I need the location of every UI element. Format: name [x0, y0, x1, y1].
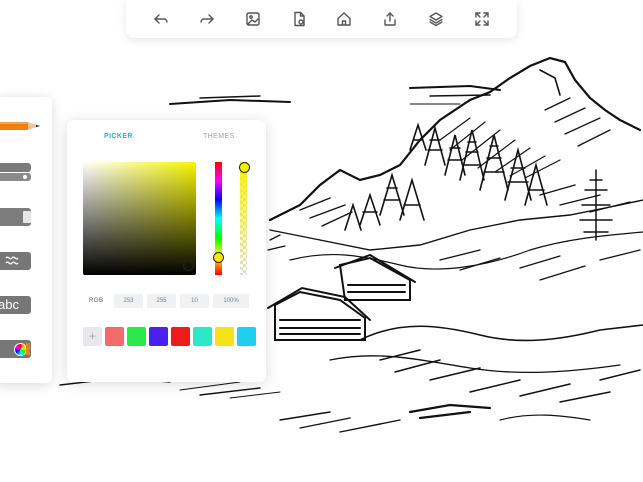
pattern-icon — [5, 256, 19, 265]
add-swatch-button[interactable]: + — [83, 327, 102, 346]
swatch[interactable] — [149, 327, 168, 346]
tools-panel: abc — [0, 97, 52, 383]
share-icon — [384, 12, 397, 26]
saturation-value-handle[interactable] — [183, 260, 194, 271]
swatch[interactable] — [127, 327, 146, 346]
undo-button[interactable] — [150, 8, 172, 30]
tab-themes[interactable]: THEMES — [203, 133, 235, 140]
fullscreen-button[interactable] — [471, 8, 493, 30]
image-icon — [245, 12, 260, 26]
eraser-tool[interactable] — [0, 208, 31, 226]
alpha-slider[interactable] — [240, 162, 247, 275]
marker-tool[interactable] — [0, 163, 31, 172]
green-field[interactable]: 255 — [147, 294, 176, 308]
marker-tool-base — [0, 173, 31, 181]
fullscreen-icon — [475, 12, 489, 26]
pattern-brush-tool[interactable] — [0, 252, 31, 270]
home-button[interactable] — [333, 8, 355, 30]
export-file-button[interactable] — [288, 8, 310, 30]
saturation-value-area[interactable] — [83, 162, 196, 275]
color-picker-panel: PICKER THEMES RGB 253 255 10 100% + — [67, 120, 266, 382]
text-tool[interactable]: abc — [0, 296, 31, 314]
share-button[interactable] — [379, 8, 401, 30]
swatch[interactable] — [193, 327, 212, 346]
swatch[interactable] — [105, 327, 124, 346]
blue-field[interactable]: 10 — [180, 294, 209, 308]
text-tool-label: abc — [0, 297, 19, 312]
home-icon — [337, 12, 352, 26]
hue-slider-handle[interactable] — [213, 252, 224, 263]
layers-icon — [429, 12, 443, 27]
export-file-icon — [293, 11, 305, 27]
swatch-row: + — [83, 327, 256, 346]
swatch[interactable] — [237, 327, 256, 346]
layers-button[interactable] — [425, 8, 447, 30]
alpha-field[interactable]: 100% — [213, 294, 249, 308]
marker-tip-icon — [23, 175, 27, 179]
eraser-icon — [23, 211, 31, 223]
color-tool[interactable] — [0, 340, 31, 358]
red-field[interactable]: 253 — [114, 294, 143, 308]
pencil-tool[interactable] — [0, 117, 52, 135]
redo-button[interactable] — [196, 8, 218, 30]
redo-icon — [200, 14, 214, 24]
top-toolbar — [126, 0, 517, 38]
insert-image-button[interactable] — [242, 8, 264, 30]
swatch[interactable] — [171, 327, 190, 346]
alpha-slider-handle[interactable] — [239, 162, 250, 173]
swatch[interactable] — [215, 327, 234, 346]
color-mode-label[interactable]: RGB — [89, 298, 104, 304]
tab-picker[interactable]: PICKER — [104, 133, 133, 140]
undo-icon — [154, 14, 168, 24]
current-color-indicator — [26, 343, 30, 355]
